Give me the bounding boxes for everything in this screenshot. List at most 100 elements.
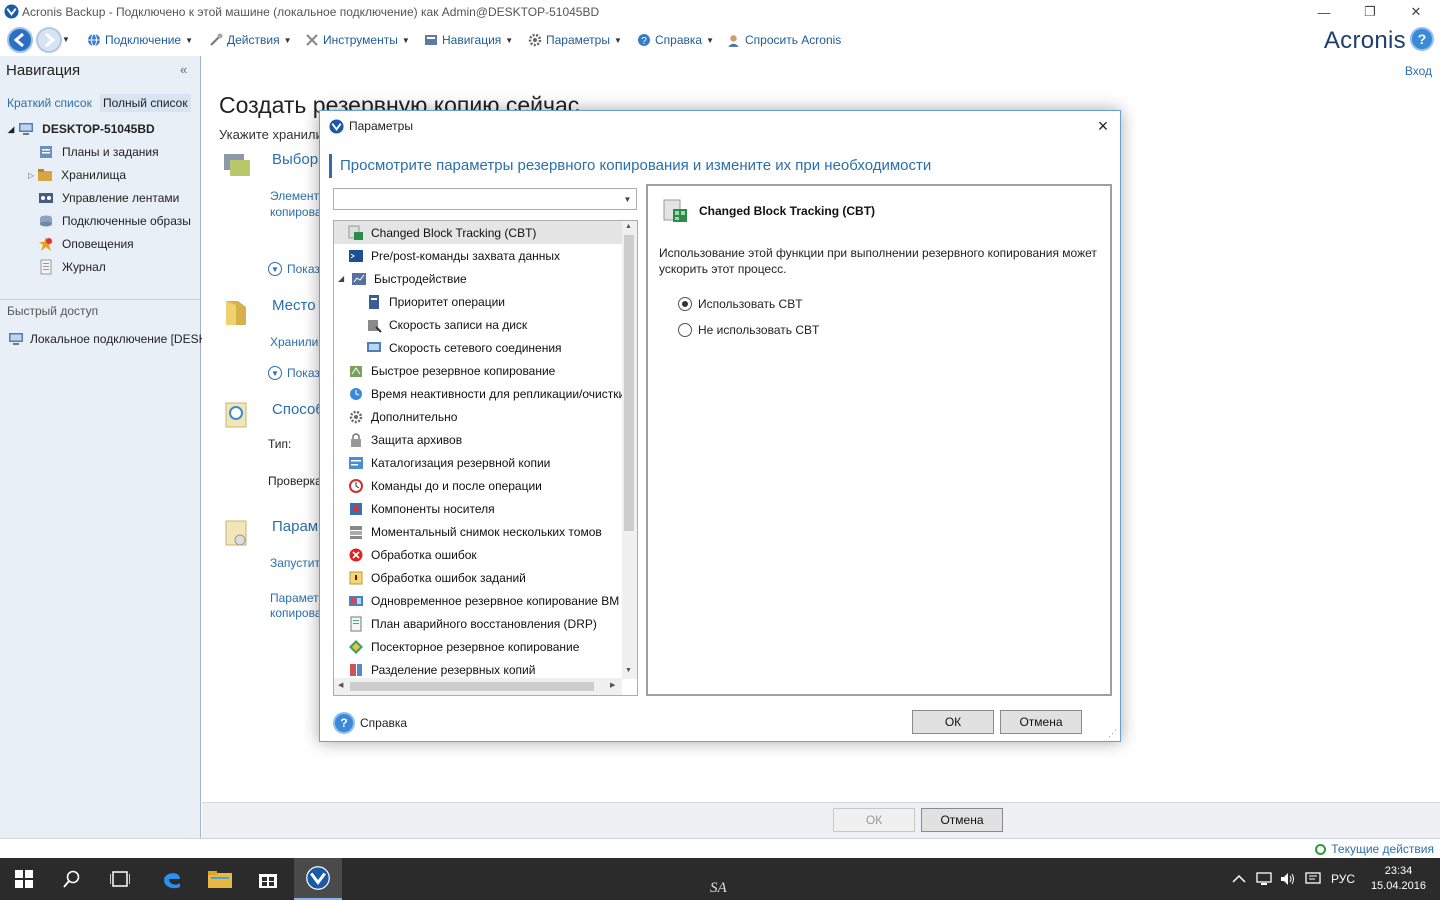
option-item[interactable]: Каталогизация резервной копии (334, 451, 624, 474)
performance-icon (352, 272, 366, 285)
current-activities-link[interactable]: Текущие действия (1315, 842, 1434, 856)
task-view-button[interactable] (96, 858, 144, 900)
resize-grip-icon[interactable]: ⋰ (1108, 728, 1117, 739)
option-item[interactable]: Моментальный снимок нескольких томов (334, 520, 624, 543)
scroll-left-icon[interactable]: ◀ (338, 681, 343, 689)
collapse-pane-button[interactable]: « (180, 62, 187, 77)
tray-notifications[interactable] (1305, 858, 1321, 900)
link-params-cont[interactable]: копирова (270, 606, 322, 620)
help-button[interactable]: ? (1410, 27, 1434, 51)
computer-icon (19, 123, 34, 135)
search-button[interactable] (48, 858, 96, 900)
tree-machine[interactable]: ◢ DESKTOP-51045BD (8, 118, 155, 140)
dialog-ok-button[interactable]: ОК (912, 710, 994, 734)
radio-selected-icon[interactable] (678, 297, 692, 311)
tab-full-list[interactable]: Полный список (100, 94, 191, 112)
section-method: Способ (272, 401, 324, 418)
option-item[interactable]: Pre/post-команды захвата данных (334, 244, 624, 267)
option-item[interactable]: Время неактивности для репликации/очистк… (334, 382, 625, 405)
forward-button[interactable] (36, 27, 62, 53)
options-filter-combobox[interactable]: ▼ (333, 188, 637, 210)
close-window-button[interactable]: ✕ (1393, 0, 1439, 24)
show-more-location[interactable]: ▼ Показ (268, 366, 320, 380)
link-run[interactable]: Запустит (270, 556, 320, 570)
option-item[interactable]: Скорость записи на диск (334, 313, 624, 336)
scroll-thumb[interactable] (624, 235, 634, 531)
file-explorer-button[interactable] (196, 858, 244, 900)
menu-actions[interactable]: Действия ▼ (209, 31, 292, 49)
tree-item-tapes[interactable]: Управление лентами (38, 187, 179, 209)
main-cancel-button[interactable]: Отмена (921, 808, 1003, 832)
main-ok-button[interactable]: ОК (833, 808, 915, 832)
expand-icon[interactable]: ▷ (28, 171, 34, 180)
dialog-close-button[interactable]: × (1092, 115, 1114, 137)
radio-no-cbt[interactable]: Не использовать CBT (678, 323, 819, 337)
tree-item-alerts[interactable]: Оповещения (38, 233, 134, 255)
menu-parameters[interactable]: Параметры ▼ (528, 31, 622, 49)
option-item[interactable]: Скорость сетевого соединения (334, 336, 624, 359)
option-item[interactable]: План аварийного восстановления (DRP) (334, 612, 624, 635)
dialog-help-link[interactable]: ? Справка (333, 712, 407, 734)
option-item[interactable]: Одновременное резервное копирование ВМ (334, 589, 624, 612)
scroll-up-icon[interactable]: ▲ (625, 223, 632, 230)
dialog-cancel-button[interactable]: Отмена (1000, 710, 1082, 734)
option-item[interactable]: Приоритет операции (334, 290, 624, 313)
menu-navigation[interactable]: Навигация ▼ (424, 31, 513, 49)
history-dropdown-icon[interactable]: ▼ (62, 35, 70, 44)
quick-access-local-connection[interactable]: Локальное подключение [DESK (8, 328, 207, 350)
expand-icon[interactable]: ◢ (338, 274, 347, 283)
tree-item-log[interactable]: Журнал (38, 256, 106, 278)
link-backup-items-cont[interactable]: копирова (270, 205, 322, 219)
option-item[interactable]: Обработка ошибок заданий (334, 566, 624, 589)
show-more-select[interactable]: ▼ Показ (268, 262, 320, 276)
tray-network[interactable] (1256, 858, 1272, 900)
tray-language[interactable]: РУС (1331, 858, 1355, 900)
restore-button[interactable]: ❐ (1347, 0, 1393, 24)
option-item[interactable]: Компоненты носителя (334, 497, 624, 520)
back-button[interactable] (7, 27, 33, 53)
scroll-down-icon[interactable]: ▼ (625, 667, 632, 674)
tray-volume[interactable] (1280, 858, 1296, 900)
tab-short-list[interactable]: Краткий список (7, 96, 92, 114)
scroll-right-icon[interactable]: ▶ (610, 681, 615, 689)
tray-clock[interactable]: 23:34 15.04.2016 (1371, 864, 1426, 894)
store-button[interactable] (244, 858, 292, 900)
option-item[interactable]: Быстрое резервное копирование (334, 359, 624, 382)
scroll-thumb[interactable] (350, 682, 594, 691)
expand-icon[interactable]: ◢ (8, 125, 14, 134)
options-horizontal-scrollbar[interactable]: ◀ ▶ (334, 678, 622, 695)
link-params[interactable]: Парамет (270, 591, 319, 605)
option-item[interactable]: Защита архивов (334, 428, 624, 451)
edge-browser-button[interactable] (148, 858, 196, 900)
options-vertical-scrollbar[interactable]: ▲ ▼ (622, 221, 637, 679)
radio-empty-icon[interactable] (678, 323, 692, 337)
option-item[interactable]: Команды до и после операции (334, 474, 624, 497)
menu-help[interactable]: ? Справка ▼ (637, 31, 714, 49)
menu-connection[interactable]: Подключение ▼ (87, 31, 193, 49)
tree-item-plans[interactable]: Планы и задания (38, 141, 159, 163)
tray-chevron[interactable] (1232, 858, 1246, 900)
acronis-taskbar-button[interactable] (294, 858, 342, 900)
start-button[interactable] (0, 858, 48, 900)
chevron-down-icon[interactable]: ▼ (619, 189, 636, 209)
split-icon (350, 663, 362, 676)
menu-tools[interactable]: Инструменты ▼ (305, 31, 410, 49)
minimize-button[interactable]: — (1301, 0, 1347, 24)
task-error-icon (349, 571, 363, 584)
link-backup-items[interactable]: Элемент (270, 189, 319, 203)
tree-item-vaults[interactable]: ▷ Хранилища (28, 164, 126, 186)
arrow-left-icon (13, 32, 24, 48)
radio-use-cbt[interactable]: Использовать CBT (678, 297, 803, 311)
option-item[interactable]: Посекторное резервное копирование (334, 635, 624, 658)
computer-icon (9, 333, 23, 345)
tree-item-mounted-images[interactable]: Подключенные образы (38, 210, 191, 232)
folder-icon (226, 301, 246, 325)
link-storage[interactable]: Хранили (270, 335, 318, 349)
login-link[interactable]: Вход (1405, 64, 1432, 78)
option-item[interactable]: ◢ Быстродействие (334, 267, 624, 290)
option-item[interactable]: Дополнительно (334, 405, 624, 428)
ask-acronis-link[interactable]: Спросить Acronis (726, 31, 841, 49)
option-item[interactable]: Changed Block Tracking (CBT) (334, 221, 624, 244)
option-item[interactable]: Обработка ошибок (334, 543, 624, 566)
caret-down-icon: ▼ (185, 35, 194, 45)
